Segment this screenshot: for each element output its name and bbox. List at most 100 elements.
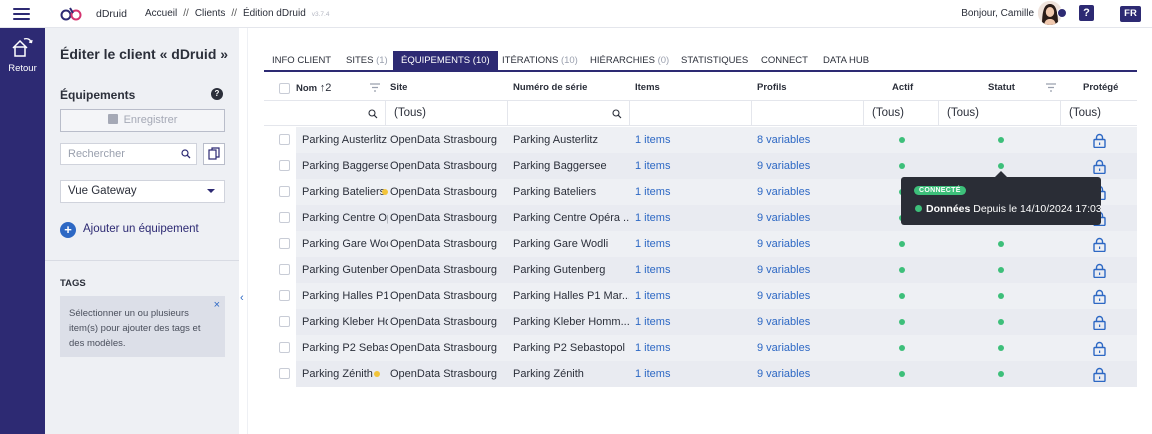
row-checkbox[interactable] <box>279 134 290 145</box>
row-checkbox[interactable] <box>279 342 290 353</box>
table-row[interactable]: Parking P2 Sebast OpenData Strasbourg Park… <box>264 335 1137 361</box>
tab-data-hub[interactable]: DATA HUB <box>815 51 877 70</box>
items-link[interactable]: 1 items <box>635 283 745 309</box>
column-header-actif[interactable]: Actif <box>892 77 913 99</box>
statut-status-icon[interactable] <box>998 267 1004 273</box>
row-checkbox[interactable] <box>279 290 290 301</box>
save-button[interactable]: Enregistrer <box>60 109 225 132</box>
app-name[interactable]: dDruid <box>96 8 127 20</box>
profils-link[interactable]: 9 variables <box>757 309 857 335</box>
statut-status-icon[interactable] <box>998 241 1004 247</box>
tab-sites[interactable]: SITES (1) <box>338 51 396 70</box>
add-equipment-button[interactable]: + Ajouter un équipement <box>60 221 199 238</box>
profils-link[interactable]: 9 variables <box>757 283 857 309</box>
statut-status-icon[interactable] <box>998 371 1004 377</box>
profils-link[interactable]: 8 variables <box>757 127 857 153</box>
row-checkbox[interactable] <box>279 238 290 249</box>
profils-filter[interactable] <box>752 101 864 125</box>
items-link[interactable]: 1 items <box>635 231 745 257</box>
help-button[interactable]: ? <box>1079 5 1094 21</box>
statut-status-icon[interactable] <box>998 163 1004 169</box>
row-checkbox[interactable] <box>279 264 290 275</box>
filter-icon[interactable] <box>370 83 380 92</box>
row-checkbox[interactable] <box>279 368 290 379</box>
select-all-checkbox[interactable] <box>279 83 290 94</box>
back-label[interactable]: Retour <box>0 63 45 74</box>
cell-nom[interactable]: Parking Baggersee <box>302 153 388 179</box>
statut-status-icon[interactable] <box>998 137 1004 143</box>
copy-button[interactable] <box>203 143 225 165</box>
column-header-site[interactable]: Site <box>390 77 407 99</box>
cell-nom[interactable]: Parking Centre Op <box>302 205 388 231</box>
menu-icon[interactable] <box>13 8 30 20</box>
table-row[interactable]: Parking Austerlitz OpenData Strasbourg Par… <box>264 127 1137 153</box>
collapse-panel-icon[interactable]: ‹ <box>240 292 244 304</box>
plus-icon: + <box>60 222 76 238</box>
items-link[interactable]: 1 items <box>635 205 745 231</box>
cell-nom[interactable]: Parking P2 Sebast <box>302 335 388 361</box>
nom-filter[interactable] <box>264 101 386 125</box>
table-row[interactable]: Parking Gare Wod OpenData Strasbourg Parki… <box>264 231 1137 257</box>
cell-nom[interactable]: Parking Halles P1 I <box>302 283 388 309</box>
search-input[interactable] <box>61 144 171 164</box>
back-home-icon[interactable] <box>10 36 34 58</box>
tab-info-client[interactable]: INFO CLIENT <box>264 51 339 70</box>
statut-status-icon[interactable] <box>998 319 1004 325</box>
unlock-icon[interactable] <box>1093 366 1106 392</box>
table-row[interactable]: Parking Gutenberg OpenData Strasbourg Park… <box>264 257 1137 283</box>
profils-link[interactable]: 9 variables <box>757 153 857 179</box>
profils-link[interactable]: 9 variables <box>757 179 857 205</box>
row-checkbox[interactable] <box>279 212 290 223</box>
column-header-serial[interactable]: Numéro de série <box>513 77 587 99</box>
tab-statistiques[interactable]: STATISTIQUES <box>673 51 756 70</box>
tab-hierarchies[interactable]: HIÉRARCHIES (0) <box>582 51 677 70</box>
view-select[interactable]: Vue Gateway <box>60 180 225 203</box>
items-link[interactable]: 1 items <box>635 153 745 179</box>
items-filter[interactable] <box>630 101 752 125</box>
help-icon[interactable]: ? <box>211 88 223 100</box>
statut-status-icon[interactable] <box>998 293 1004 299</box>
items-link[interactable]: 1 items <box>635 127 745 153</box>
items-link[interactable]: 1 items <box>635 361 745 387</box>
language-button[interactable]: FR <box>1120 6 1141 22</box>
profils-link[interactable]: 9 variables <box>757 335 857 361</box>
items-link[interactable]: 1 items <box>635 179 745 205</box>
cell-nom[interactable]: Parking Kleber Ho <box>302 309 388 335</box>
cell-nom[interactable]: Parking Gare Wod <box>302 231 388 257</box>
profils-link[interactable]: 9 variables <box>757 231 857 257</box>
tab-equipements[interactable]: ÉQUIPEMENTS (10) <box>393 51 498 70</box>
row-checkbox[interactable] <box>279 186 290 197</box>
ddruid-logo-icon[interactable] <box>60 7 82 21</box>
cell-nom[interactable]: Parking Austerlitz <box>302 127 388 153</box>
serial-filter[interactable] <box>508 101 630 125</box>
actif-filter[interactable]: (Tous) <box>864 101 939 125</box>
table-row[interactable]: Parking Halles P1 I OpenData Strasbourg Pa… <box>264 283 1137 309</box>
filter-icon[interactable] <box>1046 83 1056 92</box>
protege-filter[interactable]: (Tous) <box>1061 101 1137 125</box>
table-row[interactable]: Parking Kleber Ho OpenData Strasbourg Park… <box>264 309 1137 335</box>
statut-filter[interactable]: (Tous) <box>939 101 1061 125</box>
items-link[interactable]: 1 items <box>635 335 745 361</box>
cell-nom[interactable]: Parking Gutenberg <box>302 257 388 283</box>
row-checkbox[interactable] <box>279 316 290 327</box>
profils-link[interactable]: 9 variables <box>757 205 857 231</box>
breadcrumb-clients[interactable]: Clients <box>195 8 226 19</box>
column-header-nom[interactable]: Nom ↑2 <box>296 77 331 99</box>
profils-link[interactable]: 9 variables <box>757 361 857 387</box>
column-header-protege[interactable]: Protégé <box>1083 77 1118 99</box>
cell-nom[interactable]: Parking Bateliers <box>302 179 388 205</box>
column-header-profils[interactable]: Profils <box>757 77 787 99</box>
row-checkbox[interactable] <box>279 160 290 171</box>
close-icon[interactable]: × <box>214 298 220 313</box>
tab-iterations[interactable]: ITÉRATIONS (10) <box>494 51 586 70</box>
statut-status-icon[interactable] <box>998 345 1004 351</box>
breadcrumb-home[interactable]: Accueil <box>145 8 177 19</box>
items-link[interactable]: 1 items <box>635 309 745 335</box>
column-header-items[interactable]: Items <box>635 77 660 99</box>
tab-connect[interactable]: CONNECT <box>753 51 816 70</box>
table-row[interactable]: Parking Zénith OpenData Strasbourg Parking… <box>264 361 1137 387</box>
column-header-statut[interactable]: Statut <box>988 77 1015 99</box>
profils-link[interactable]: 9 variables <box>757 257 857 283</box>
site-filter[interactable]: (Tous) <box>386 101 508 125</box>
items-link[interactable]: 1 items <box>635 257 745 283</box>
